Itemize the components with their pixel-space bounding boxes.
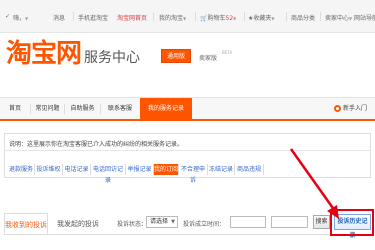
chevron-down-icon: ▼ [171, 219, 175, 225]
nav-my-records[interactable]: 我的服务记录 [140, 98, 192, 120]
tab-initiated-complaints[interactable]: 我发起的投诉 [52, 213, 104, 235]
topbar-taobao-home[interactable]: 淘宝网首页 [117, 13, 147, 22]
topbar-site-nav[interactable]: 网站导航 [354, 13, 375, 22]
buyer-version-button[interactable]: 通用版 [161, 49, 191, 63]
tab-freeze[interactable]: 冻结记录 [208, 164, 235, 175]
tab-subscription[interactable]: 我的订阅 [154, 164, 179, 175]
topbar-mobile[interactable]: 手机逛淘宝 [78, 13, 108, 22]
site-topbar: ✓ 嗨，▼ 消息 手机逛淘宝 淘宝网首页 我的淘宝▼ 🛒购物车52▼ ★收藏夹▼… [0, 0, 375, 33]
nav-faq[interactable]: 常见问题 [31, 98, 64, 120]
taobao-logo[interactable]: 淘宝网 [6, 37, 82, 71]
newbie-guide-link[interactable]: 新手入门 [333, 103, 367, 112]
main-nav: 首页 常见问题 自助服务 联系客服 我的服务记录 [0, 97, 375, 121]
topbar-user[interactable]: 嗨，▼ [13, 13, 28, 22]
seller-version-link[interactable]: 卖家版 [199, 53, 217, 62]
time-label: 投诉成立时间： [183, 221, 226, 228]
topbar-my-taobao[interactable]: 我的淘宝▼ [159, 13, 186, 22]
beta-badge: BETA [222, 50, 233, 55]
topbar-seller-center[interactable]: 卖家中心▼ [325, 13, 352, 22]
tab-appeal[interactable]: 不合理申诉 [179, 164, 208, 184]
topbar-cart[interactable]: 🛒购物车52▼ [200, 13, 236, 22]
newbie-icon [333, 105, 341, 112]
tab-phone[interactable]: 电话记录 [63, 164, 91, 175]
nav-contact[interactable]: 联系客服 [101, 98, 139, 120]
topbar-messages[interactable]: 消息 [53, 13, 65, 22]
start-date-input[interactable] [230, 216, 266, 228]
checkmark-icon: ✓ [5, 13, 11, 20]
tab-violation[interactable]: 商品违规 [235, 164, 264, 175]
nav-home[interactable]: 首页 [0, 98, 30, 120]
filter-divider [4, 234, 371, 235]
topbar-favorites[interactable]: ★收藏夹▼ [248, 13, 274, 22]
tab-complaint[interactable]: 投诉维权 [35, 164, 63, 175]
tab-received-complaints[interactable]: 我收到的投诉 [4, 213, 48, 235]
page-title: 服务中心 [84, 50, 140, 66]
status-select[interactable]: 请选择 ▼ [146, 216, 178, 228]
nav-self-service[interactable]: 自助服务 [65, 98, 100, 120]
tab-phone-callback[interactable]: 电话回访记录 [91, 164, 126, 184]
topbar-categories[interactable]: 商品分类 [291, 13, 315, 22]
tab-report[interactable]: 举报记录 [126, 164, 154, 175]
cart-count: 52 [225, 15, 234, 22]
status-label: 投诉状态： [117, 221, 148, 228]
tab-refund[interactable]: 退款服务 [8, 164, 35, 175]
annotation-arrow-icon [289, 148, 339, 219]
panel-note: 说明：这里展示你在淘宝客服已介入成功的纠纷的相关服务记录。 [9, 141, 184, 148]
